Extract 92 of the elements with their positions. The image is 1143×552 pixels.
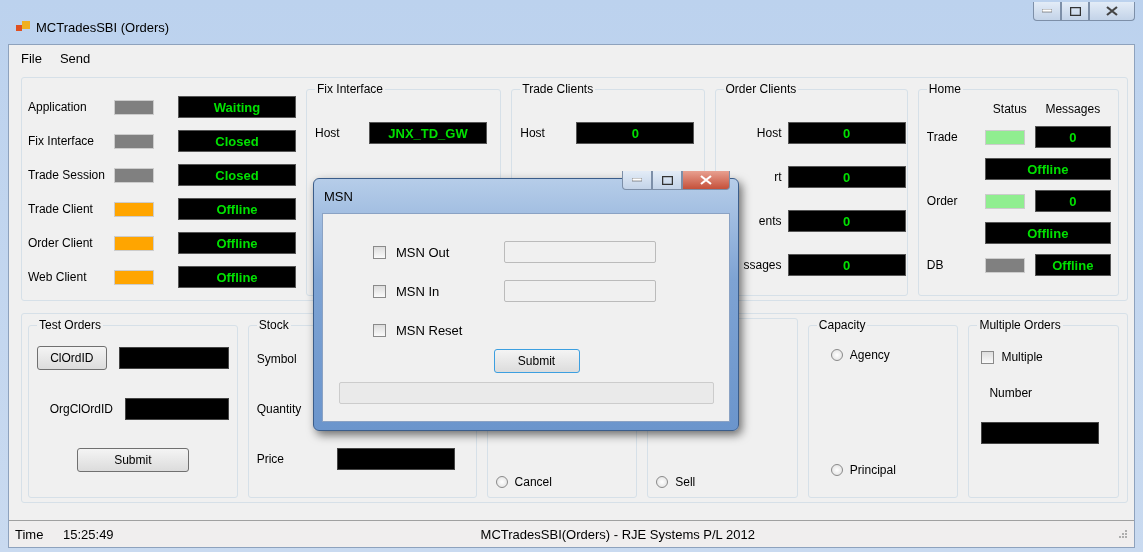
group-title: Test Orders (38, 318, 102, 332)
status-label: Application (28, 100, 88, 114)
radio-button[interactable] (495, 476, 508, 488)
dialog-title: MSN (324, 188, 353, 204)
radio-button[interactable] (830, 349, 843, 361)
status-display: Closed (178, 130, 296, 152)
field-label: Number (988, 386, 1034, 400)
input-field[interactable] (118, 347, 229, 369)
close-icon (1106, 6, 1118, 16)
value-display: 0 (787, 166, 906, 188)
value-display: JNX_TD_GW (369, 122, 487, 144)
option-label: Agency (849, 348, 890, 362)
field-label: Host (520, 126, 546, 140)
group-title: Fix Interface (316, 82, 385, 96)
field-label: Host (755, 126, 782, 140)
checkbox-label: MSN Out (396, 244, 450, 260)
maximize-button[interactable] (652, 171, 682, 190)
field-label: Symbol (256, 352, 298, 366)
state-display: Offline (984, 222, 1111, 244)
resize-grip-icon (1118, 529, 1128, 539)
value-display: 0 (576, 122, 695, 144)
window-title: MCTradesSBI (Orders) (36, 19, 170, 35)
status-display: Offline (178, 198, 296, 220)
group-title: Order Clients (724, 82, 798, 96)
row-label: Order (926, 194, 959, 208)
menu-item[interactable]: File (13, 50, 50, 66)
status-display: Offline (178, 266, 296, 288)
app-icon (16, 21, 30, 33)
status-text: MCTradesSBI(Orders) - RJE Systems P/L 2012 (480, 526, 755, 542)
field-label: OrgClOrdID (48, 402, 113, 416)
input-field[interactable] (504, 280, 656, 302)
status-label: Trade Client (28, 202, 94, 216)
maximize-icon (661, 175, 673, 185)
input-field[interactable] (125, 398, 229, 420)
checkbox-label: MSN In (396, 283, 440, 299)
menu-item[interactable]: Send (51, 50, 99, 66)
output-field[interactable] (339, 382, 714, 404)
group-title: Capacity (817, 318, 867, 332)
group-title: Trade Clients (521, 82, 595, 96)
option-label: Sell (675, 475, 696, 489)
input-field[interactable] (504, 241, 656, 263)
status-label: Trade Session (28, 168, 106, 182)
submit-button[interactable]: Submit (76, 448, 189, 472)
field-label: ssages (742, 258, 782, 272)
checkbox[interactable] (373, 323, 386, 337)
group-title: Home (927, 82, 962, 96)
column-header: Status (991, 102, 1028, 116)
checkbox[interactable] (373, 284, 386, 298)
minimize-icon (632, 178, 642, 182)
maximize-icon (1069, 6, 1081, 16)
value-display: 0 (787, 254, 906, 276)
messages-display: 0 (1034, 190, 1111, 212)
radio-button[interactable] (830, 464, 843, 476)
status-label: Order Client (28, 236, 94, 250)
submit-button[interactable]: Submit (493, 349, 580, 373)
minimize-icon (1042, 9, 1052, 13)
group-title: Stock (257, 318, 290, 332)
value-display: 0 (787, 122, 906, 144)
input-field[interactable] (336, 448, 455, 470)
status-display: Offline (178, 232, 296, 254)
status-label: Fix Interface (28, 134, 96, 148)
checkbox-label: MSN Reset (396, 322, 463, 338)
field-label: Host (315, 126, 341, 140)
clordid-button[interactable]: ClOrdID (37, 346, 107, 370)
field-label: Price (256, 452, 285, 466)
option-label: Cancel (514, 475, 552, 489)
radio-button[interactable] (656, 476, 669, 488)
time-value: 15:25:49 (63, 526, 114, 542)
status-display: Closed (178, 164, 296, 186)
close-button[interactable] (682, 171, 730, 190)
close-button[interactable] (1089, 2, 1135, 21)
checkbox[interactable] (373, 245, 386, 259)
maximize-button[interactable] (1061, 2, 1089, 21)
value-display: 0 (787, 210, 906, 232)
status-display: Waiting (178, 96, 296, 118)
status-label: Web Client (28, 270, 88, 284)
state-display: Offline (984, 158, 1111, 180)
field-label: Quantity (256, 402, 303, 416)
row-label: DB (926, 258, 945, 272)
field-label: ents (757, 214, 782, 228)
row-label: Trade (926, 130, 959, 144)
checkbox-label: Multiple (1001, 350, 1043, 364)
field-label: rt (773, 170, 782, 184)
messages-display: 0 (1034, 126, 1111, 148)
state-display: Offline (1034, 254, 1111, 276)
option-label: Principal (849, 463, 896, 477)
column-header: Messages (1044, 102, 1102, 116)
time-label: Time (15, 526, 45, 542)
input-field[interactable] (981, 422, 1100, 444)
checkbox[interactable] (981, 350, 995, 364)
group-title: Multiple Orders (978, 318, 1062, 332)
close-icon (700, 175, 712, 185)
